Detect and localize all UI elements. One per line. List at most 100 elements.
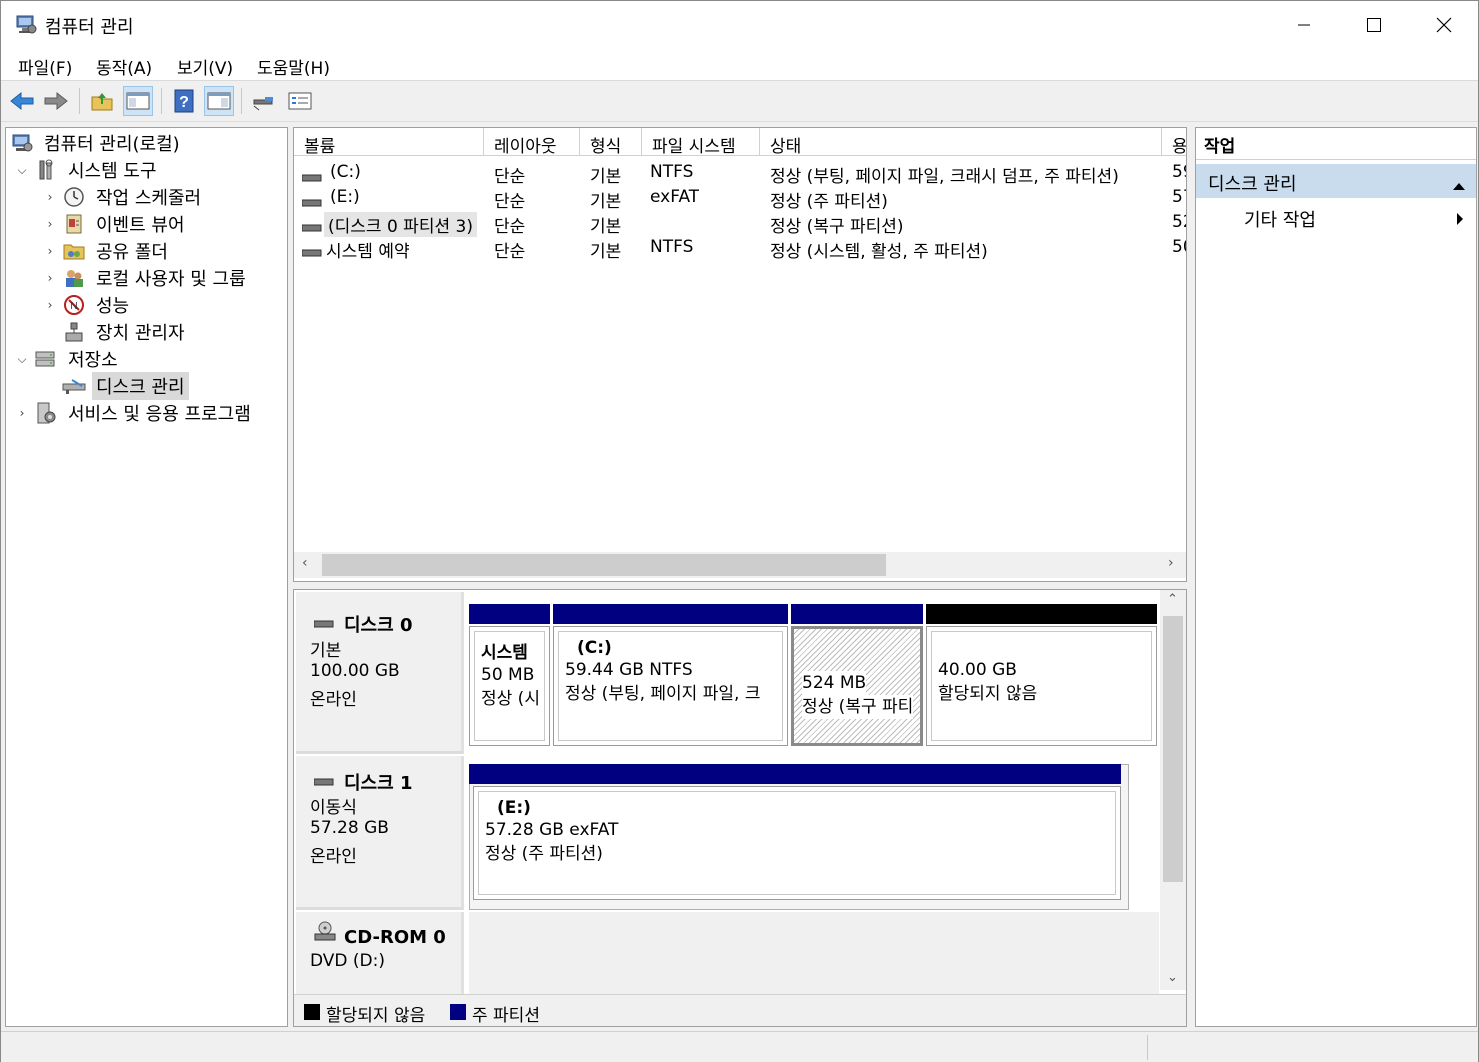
scroll-down-icon[interactable]: ⌄ bbox=[1167, 970, 1178, 985]
partition-unallocated[interactable]: 40.00 GB 할당되지 않음 bbox=[926, 626, 1157, 746]
chevron-right-icon[interactable]: › bbox=[42, 298, 58, 312]
cell-volume: 시스템 예약 bbox=[326, 242, 410, 262]
tree-label: 공유 폴더 bbox=[96, 242, 168, 263]
table-row[interactable]: (C:) 단순 기본 NTFS 정상 (부팅, 페이지 파일, 크래시 덤프, … bbox=[294, 160, 1186, 187]
cell-type: 기본 bbox=[590, 242, 622, 262]
tree-label: 이벤트 뷰어 bbox=[96, 215, 185, 236]
chevron-down-icon[interactable]: ⌵ bbox=[14, 352, 30, 367]
column-header-layout[interactable]: 레이아웃 bbox=[484, 128, 580, 156]
tree-item-shared-folders[interactable]: › 공유 폴더 bbox=[42, 238, 172, 264]
cd-drive-icon bbox=[314, 920, 336, 947]
event-viewer-icon bbox=[62, 213, 86, 235]
collapse-icon[interactable] bbox=[1452, 175, 1466, 196]
tree-item-root[interactable]: 컴퓨터 관리(로컬) bbox=[10, 130, 184, 156]
column-header-status[interactable]: 상태 bbox=[760, 128, 1162, 156]
partition-status: 정상 (주 파티션) bbox=[485, 844, 603, 864]
column-header-filesystem[interactable]: 파일 시스템 bbox=[642, 128, 760, 156]
menu-file[interactable]: 파일(F) bbox=[18, 54, 72, 79]
column-header-capacity[interactable]: 용 bbox=[1162, 128, 1186, 156]
cell-type: 기본 bbox=[590, 217, 622, 237]
scrollbar-thumb[interactable] bbox=[1163, 616, 1183, 882]
menu-action[interactable]: 동작(A) bbox=[96, 54, 152, 79]
cell-volume: (디스크 0 파티션 3) bbox=[324, 212, 477, 237]
properties-icon[interactable] bbox=[285, 86, 315, 116]
tree-item-device-manager[interactable]: 장치 관리자 bbox=[42, 319, 189, 345]
volume-icon bbox=[301, 243, 322, 257]
scroll-right-icon[interactable]: › bbox=[1168, 555, 1174, 571]
tree-item-task-scheduler[interactable]: › 작업 스케줄러 bbox=[42, 184, 205, 210]
action-more-actions[interactable]: 기타 작업 bbox=[1196, 202, 1476, 232]
help-icon[interactable]: ? bbox=[169, 86, 199, 116]
column-header-type[interactable]: 형식 bbox=[580, 128, 642, 156]
chevron-right-icon[interactable]: › bbox=[42, 271, 58, 285]
volume-icon bbox=[301, 193, 322, 207]
svg-text:?: ? bbox=[179, 94, 189, 111]
menu-help[interactable]: 도움말(H) bbox=[257, 54, 330, 79]
status-bar bbox=[1, 1031, 1478, 1062]
device-manager-icon bbox=[62, 321, 86, 343]
partition-name: (E:) bbox=[497, 798, 531, 818]
chevron-right-icon[interactable]: › bbox=[42, 244, 58, 258]
vertical-scrollbar[interactable]: ⌃ ⌄ bbox=[1160, 590, 1186, 990]
scrollbar-thumb[interactable] bbox=[322, 554, 886, 576]
disk-0-info[interactable]: 디스크 0 기본 100.00 GB 온라인 bbox=[296, 592, 464, 754]
disk-0-partitions: 시스템 50 MB 정상 (시 (C:) 59.44 GB NTFS 정상 (부… bbox=[469, 604, 1159, 748]
chevron-right-icon[interactable]: › bbox=[42, 217, 58, 231]
table-row[interactable]: (E:) 단순 기본 exFAT 정상 (주 파티션) 57 bbox=[294, 185, 1186, 212]
tree-item-local-users[interactable]: › 로컬 사용자 및 그룹 bbox=[42, 265, 250, 291]
partition-status: 할당되지 않음 bbox=[938, 684, 1038, 704]
menu-view[interactable]: 보기(V) bbox=[177, 54, 233, 79]
show-hide-action-pane-icon[interactable] bbox=[204, 86, 234, 116]
cell-type: 기본 bbox=[590, 167, 622, 187]
close-button[interactable] bbox=[1409, 1, 1479, 49]
partition-system-reserved[interactable]: 시스템 50 MB 정상 (시 bbox=[469, 626, 550, 746]
partition-name bbox=[938, 638, 1145, 658]
scroll-left-icon[interactable]: ‹ bbox=[302, 555, 308, 571]
tree-label: 저장소 bbox=[68, 350, 118, 371]
cdrom-0-info[interactable]: CD-ROM 0 DVD (D:) bbox=[296, 912, 464, 994]
scroll-up-icon[interactable]: ⌃ bbox=[1167, 592, 1178, 607]
partition-size: 524 MB bbox=[802, 671, 867, 695]
tree-item-disk-management[interactable]: 디스크 관리 bbox=[42, 372, 189, 400]
cdrom-0-media bbox=[469, 912, 1159, 994]
tree-item-performance[interactable]: › N 성능 bbox=[42, 292, 133, 318]
column-header-volume[interactable]: 볼륨 bbox=[294, 128, 484, 156]
cell-capacity: 59 bbox=[1172, 162, 1186, 182]
table-row[interactable]: 시스템 예약 단순 기본 NTFS 정상 (시스템, 활성, 주 파티션) 50 bbox=[294, 235, 1186, 262]
cell-volume: (E:) bbox=[330, 187, 360, 207]
back-icon[interactable] bbox=[7, 86, 37, 116]
partition-e[interactable]: (E:) 57.28 GB exFAT 정상 (주 파티션) bbox=[473, 786, 1121, 900]
computer-management-icon bbox=[10, 132, 34, 154]
disk-layout-pane: 디스크 0 기본 100.00 GB 온라인 시스템 50 MB 정상 (시 (… bbox=[293, 589, 1187, 1027]
tree-item-event-viewer[interactable]: › 이벤트 뷰어 bbox=[42, 211, 189, 237]
tree-item-storage[interactable]: ⌵ 저장소 bbox=[14, 346, 122, 372]
tree-item-services[interactable]: › 서비스 및 응용 프로그램 bbox=[14, 400, 255, 426]
maximize-button[interactable] bbox=[1339, 1, 1409, 49]
action-group-disk-management[interactable]: 디스크 관리 bbox=[1196, 164, 1476, 198]
minimize-button[interactable] bbox=[1269, 1, 1339, 49]
toolbar: ? bbox=[1, 82, 1478, 122]
legend: 할당되지 않음 주 파티션 bbox=[294, 994, 1186, 1026]
table-row[interactable]: (디스크 0 파티션 3) 단순 기본 정상 (복구 파티션) 52 bbox=[294, 210, 1186, 237]
partition-name: (C:) bbox=[577, 638, 612, 658]
up-folder-icon[interactable] bbox=[87, 86, 117, 116]
chevron-right-icon[interactable]: › bbox=[14, 406, 30, 420]
partition-size: 59.44 GB NTFS bbox=[565, 660, 693, 680]
chevron-down-icon[interactable]: ⌵ bbox=[14, 163, 30, 178]
chevron-right-icon[interactable]: › bbox=[42, 190, 58, 204]
svg-text:N: N bbox=[70, 301, 77, 312]
disk-1-info[interactable]: 디스크 1 이동식 57.28 GB 온라인 bbox=[296, 756, 464, 910]
partition-c[interactable]: (C:) 59.44 GB NTFS 정상 (부팅, 페이지 파일, 크 bbox=[553, 626, 788, 746]
computer-management-window: 컴퓨터 관리 파일(F) 동작(A) 보기(V) 도움말(H) ? 컴퓨터 관리… bbox=[0, 0, 1479, 1062]
horizontal-scrollbar[interactable]: ‹ › bbox=[294, 552, 1186, 578]
tree-item-system-tools[interactable]: ⌵ 시스템 도구 bbox=[14, 157, 161, 183]
partition-recovery[interactable]: 524 MB 정상 (복구 파티 bbox=[791, 626, 923, 746]
computer-management-icon bbox=[15, 13, 37, 35]
partition-status: 정상 (시 bbox=[481, 689, 540, 709]
forward-icon[interactable] bbox=[41, 86, 71, 116]
show-hide-console-tree-icon[interactable] bbox=[123, 86, 153, 116]
connect-icon[interactable] bbox=[249, 86, 279, 116]
disk-0-name: 디스크 0 bbox=[344, 615, 413, 636]
volume-icon bbox=[301, 168, 322, 182]
cell-status: 정상 (주 파티션) bbox=[770, 192, 888, 212]
